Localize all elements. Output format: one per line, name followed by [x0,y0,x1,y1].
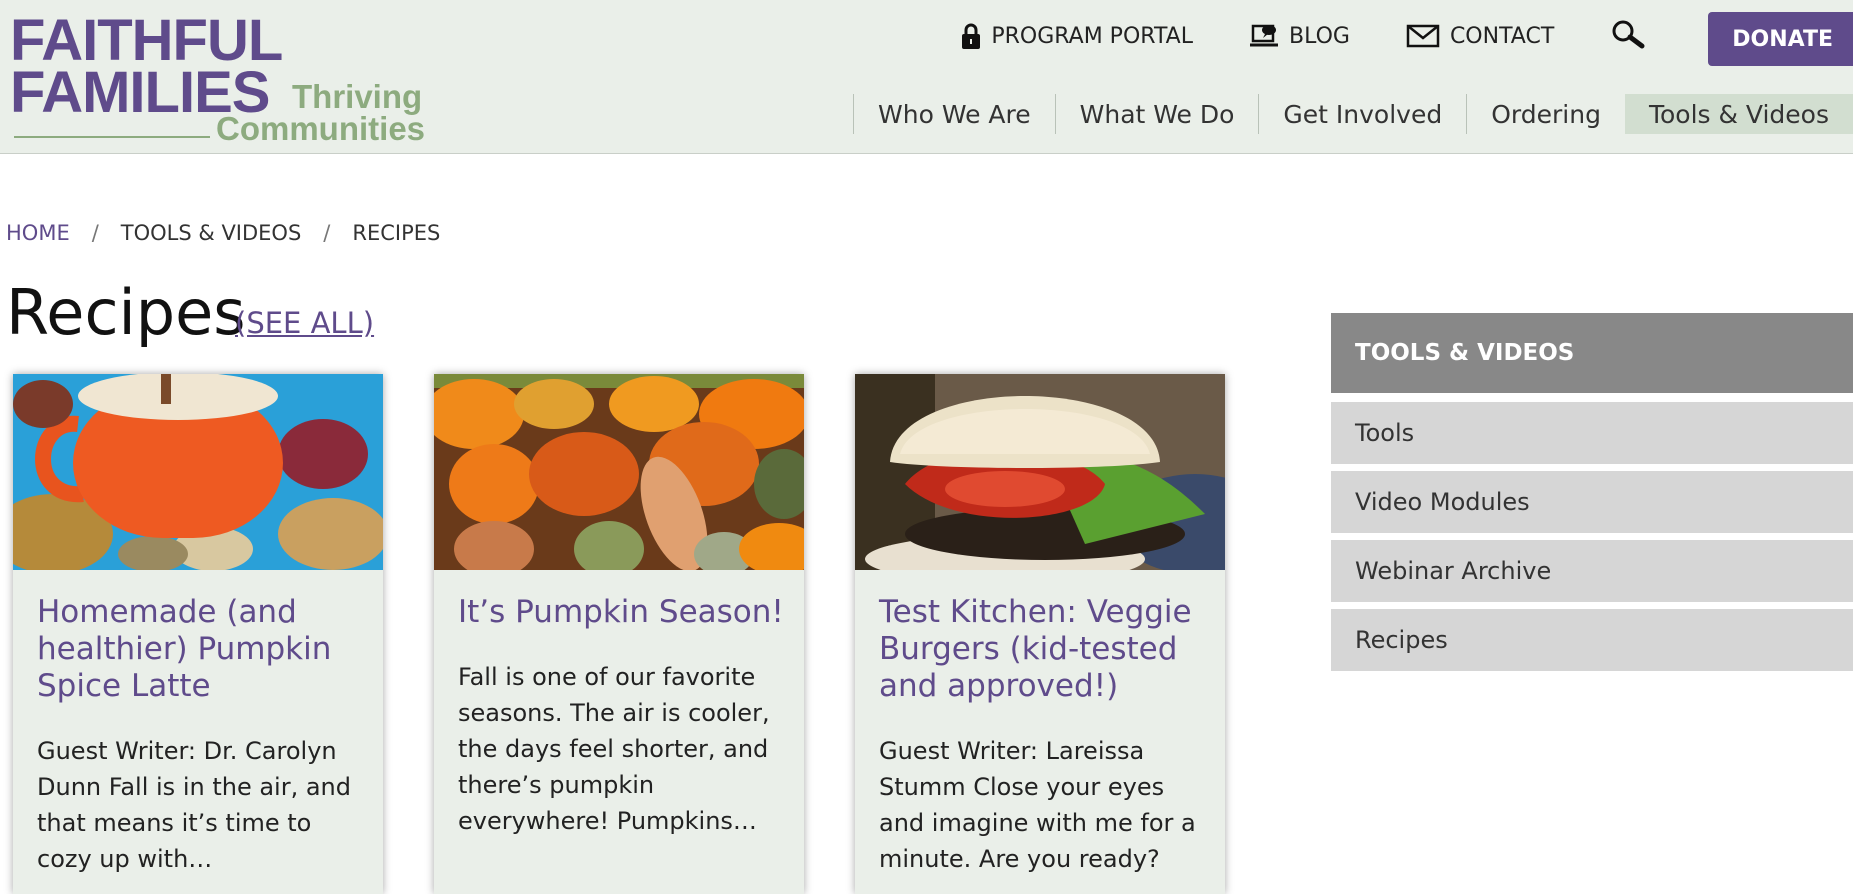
breadcrumb-current: RECIPES [352,221,441,245]
breadcrumb-separator: / [323,221,331,245]
recipe-card[interactable]: Homemade (and healthier) Pumpkin Spice L… [13,374,383,894]
pumpkins-image [434,374,804,570]
utility-nav: PROGRAM PORTAL BLOG CONTACT DONATE [961,12,1853,66]
breadcrumb-tools-videos-link[interactable]: TOOLS & VIDEOS [121,221,302,245]
program-portal-label: PROGRAM PORTAL [991,23,1193,49]
lock-icon [961,22,981,50]
program-portal-link[interactable]: PROGRAM PORTAL [961,22,1193,50]
contact-link[interactable]: CONTACT [1406,24,1554,49]
search-button[interactable] [1610,19,1646,53]
site-logo[interactable]: FAITHFUL FAMILIES Thriving Communities [10,12,430,147]
logo-underline [14,136,210,138]
blog-label: BLOG [1289,23,1350,49]
see-all-link[interactable]: (SEE ALL) [235,306,374,340]
breadcrumb-separator: / [91,221,99,245]
logo-tagline-line1: Thriving [292,78,423,115]
section-sidebar: TOOLS & VIDEOS Tools Video Modules Webin… [1331,313,1853,671]
sidebar-heading[interactable]: TOOLS & VIDEOS [1331,313,1853,393]
sidebar-item-recipes[interactable]: Recipes [1331,609,1853,671]
logo-tagline-line2: Communities [216,110,426,147]
site-header: FAITHFUL FAMILIES Thriving Communities P… [0,0,1853,154]
contact-label: CONTACT [1449,23,1555,49]
sidebar-item-tools[interactable]: Tools [1331,402,1853,464]
nav-item-ordering[interactable]: Ordering [1466,94,1625,134]
recipe-card[interactable]: Test Kitchen: Veggie Burgers (kid-tested… [855,374,1225,894]
donate-button[interactable]: DONATE [1708,12,1853,66]
breadcrumb-home-link[interactable]: HOME [6,221,70,245]
nav-item-get-involved[interactable]: Get Involved [1258,94,1466,134]
envelope-icon [1406,24,1440,48]
recipe-card-excerpt: Guest Writer: Dr. Carolyn Dunn Fall is i… [37,737,351,873]
laptop-chat-icon [1249,23,1279,49]
veggie-burger-image [855,374,1225,570]
blog-link[interactable]: BLOG [1249,23,1350,49]
recipe-card-excerpt: Fall is one of our favorite seasons. The… [458,663,770,835]
nav-item-who-we-are[interactable]: Who We Are [853,94,1055,134]
breadcrumb: HOME / TOOLS & VIDEOS / RECIPES [6,221,440,245]
recipe-card-title[interactable]: Homemade (and healthier) Pumpkin Spice L… [37,594,367,705]
search-icon [1610,19,1646,53]
nav-item-what-we-do[interactable]: What We Do [1054,94,1259,134]
pumpkin-spice-latte-image [13,374,383,570]
recipe-card[interactable]: It’s Pumpkin Season! Fall is one of our … [434,374,804,894]
recipe-card-excerpt: Guest Writer: Lareissa Stumm Close your … [879,737,1196,873]
main-nav: Who We Are What We Do Get Involved Order… [853,94,1853,134]
recipe-card-title[interactable]: Test Kitchen: Veggie Burgers (kid-tested… [879,594,1209,705]
sidebar-item-webinar-archive[interactable]: Webinar Archive [1331,540,1853,602]
recipe-card-title[interactable]: It’s Pumpkin Season! [458,594,788,631]
nav-item-tools-videos[interactable]: Tools & Videos [1624,94,1853,134]
page-title: Recipes [6,276,246,349]
sidebar-item-video-modules[interactable]: Video Modules [1331,471,1853,533]
